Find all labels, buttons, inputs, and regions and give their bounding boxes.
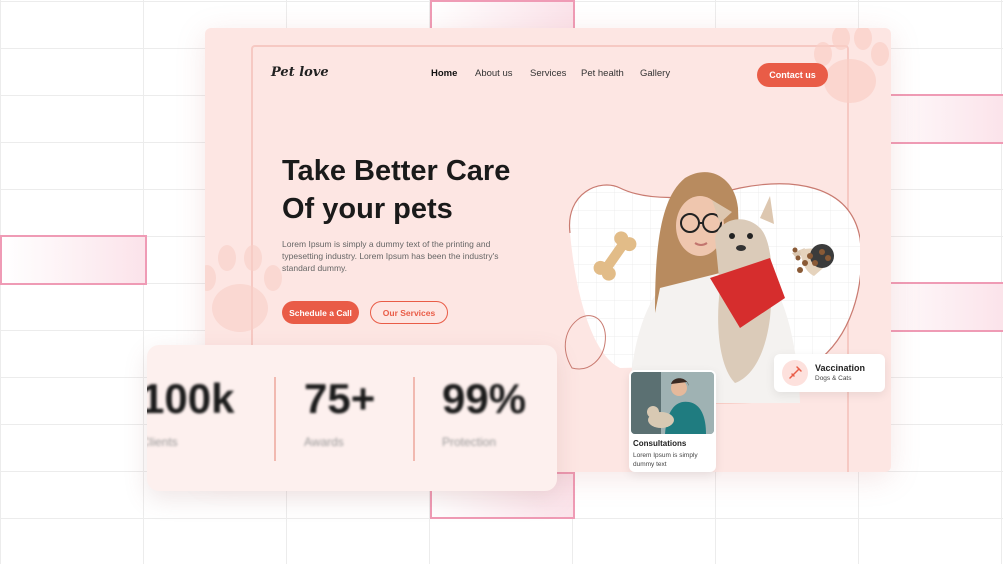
stat-value: 100k [147,375,235,422]
schedule-call-button[interactable]: Schedule a Call [282,301,359,324]
highlight-cell [0,235,147,285]
vaccination-card[interactable]: Vaccination Dogs & Cats [774,354,885,392]
hero-description: Lorem Ipsum is simply a dummy text of th… [282,239,499,273]
stat-value: 99% [442,375,527,422]
nav-about-us[interactable]: About us [475,68,513,79]
stat-divider [413,377,415,461]
nav-services[interactable]: Services [530,68,566,79]
consultations-card[interactable]: Consultations Lorem Ipsum is simply dumm… [629,370,716,472]
paw-icon [205,245,282,332]
hero-title-line: Take Better Care [282,155,511,187]
nav-home[interactable]: Home [431,68,457,79]
vaccination-title: Vaccination [815,363,866,373]
consultations-title: Consultations [633,439,687,448]
consultation-photo [631,372,714,434]
nav-pet-health[interactable]: Pet health [581,68,624,79]
contact-us-button[interactable]: Contact us [757,63,828,87]
stat-divider [274,377,276,461]
logo[interactable]: Pet love [271,65,329,80]
hero-title-line: Of your pets [282,193,453,225]
stat-label: Protection [442,435,497,449]
stat-value: 75+ [304,375,376,422]
syringe-icon [782,360,808,386]
stat-label: Awards [304,435,344,449]
stats-panel: 100k Clients 75+ Awards 99% Protection [147,345,557,491]
stat-label: Clients [147,435,178,449]
vaccination-subtitle: Dogs & Cats [815,375,852,382]
our-services-button[interactable]: Our Services [370,301,448,324]
nav-gallery[interactable]: Gallery [640,68,670,79]
hero-title: Take Better Care Of your pets [282,152,582,228]
consultations-description: Lorem Ipsum is simply dummy text [633,452,698,468]
